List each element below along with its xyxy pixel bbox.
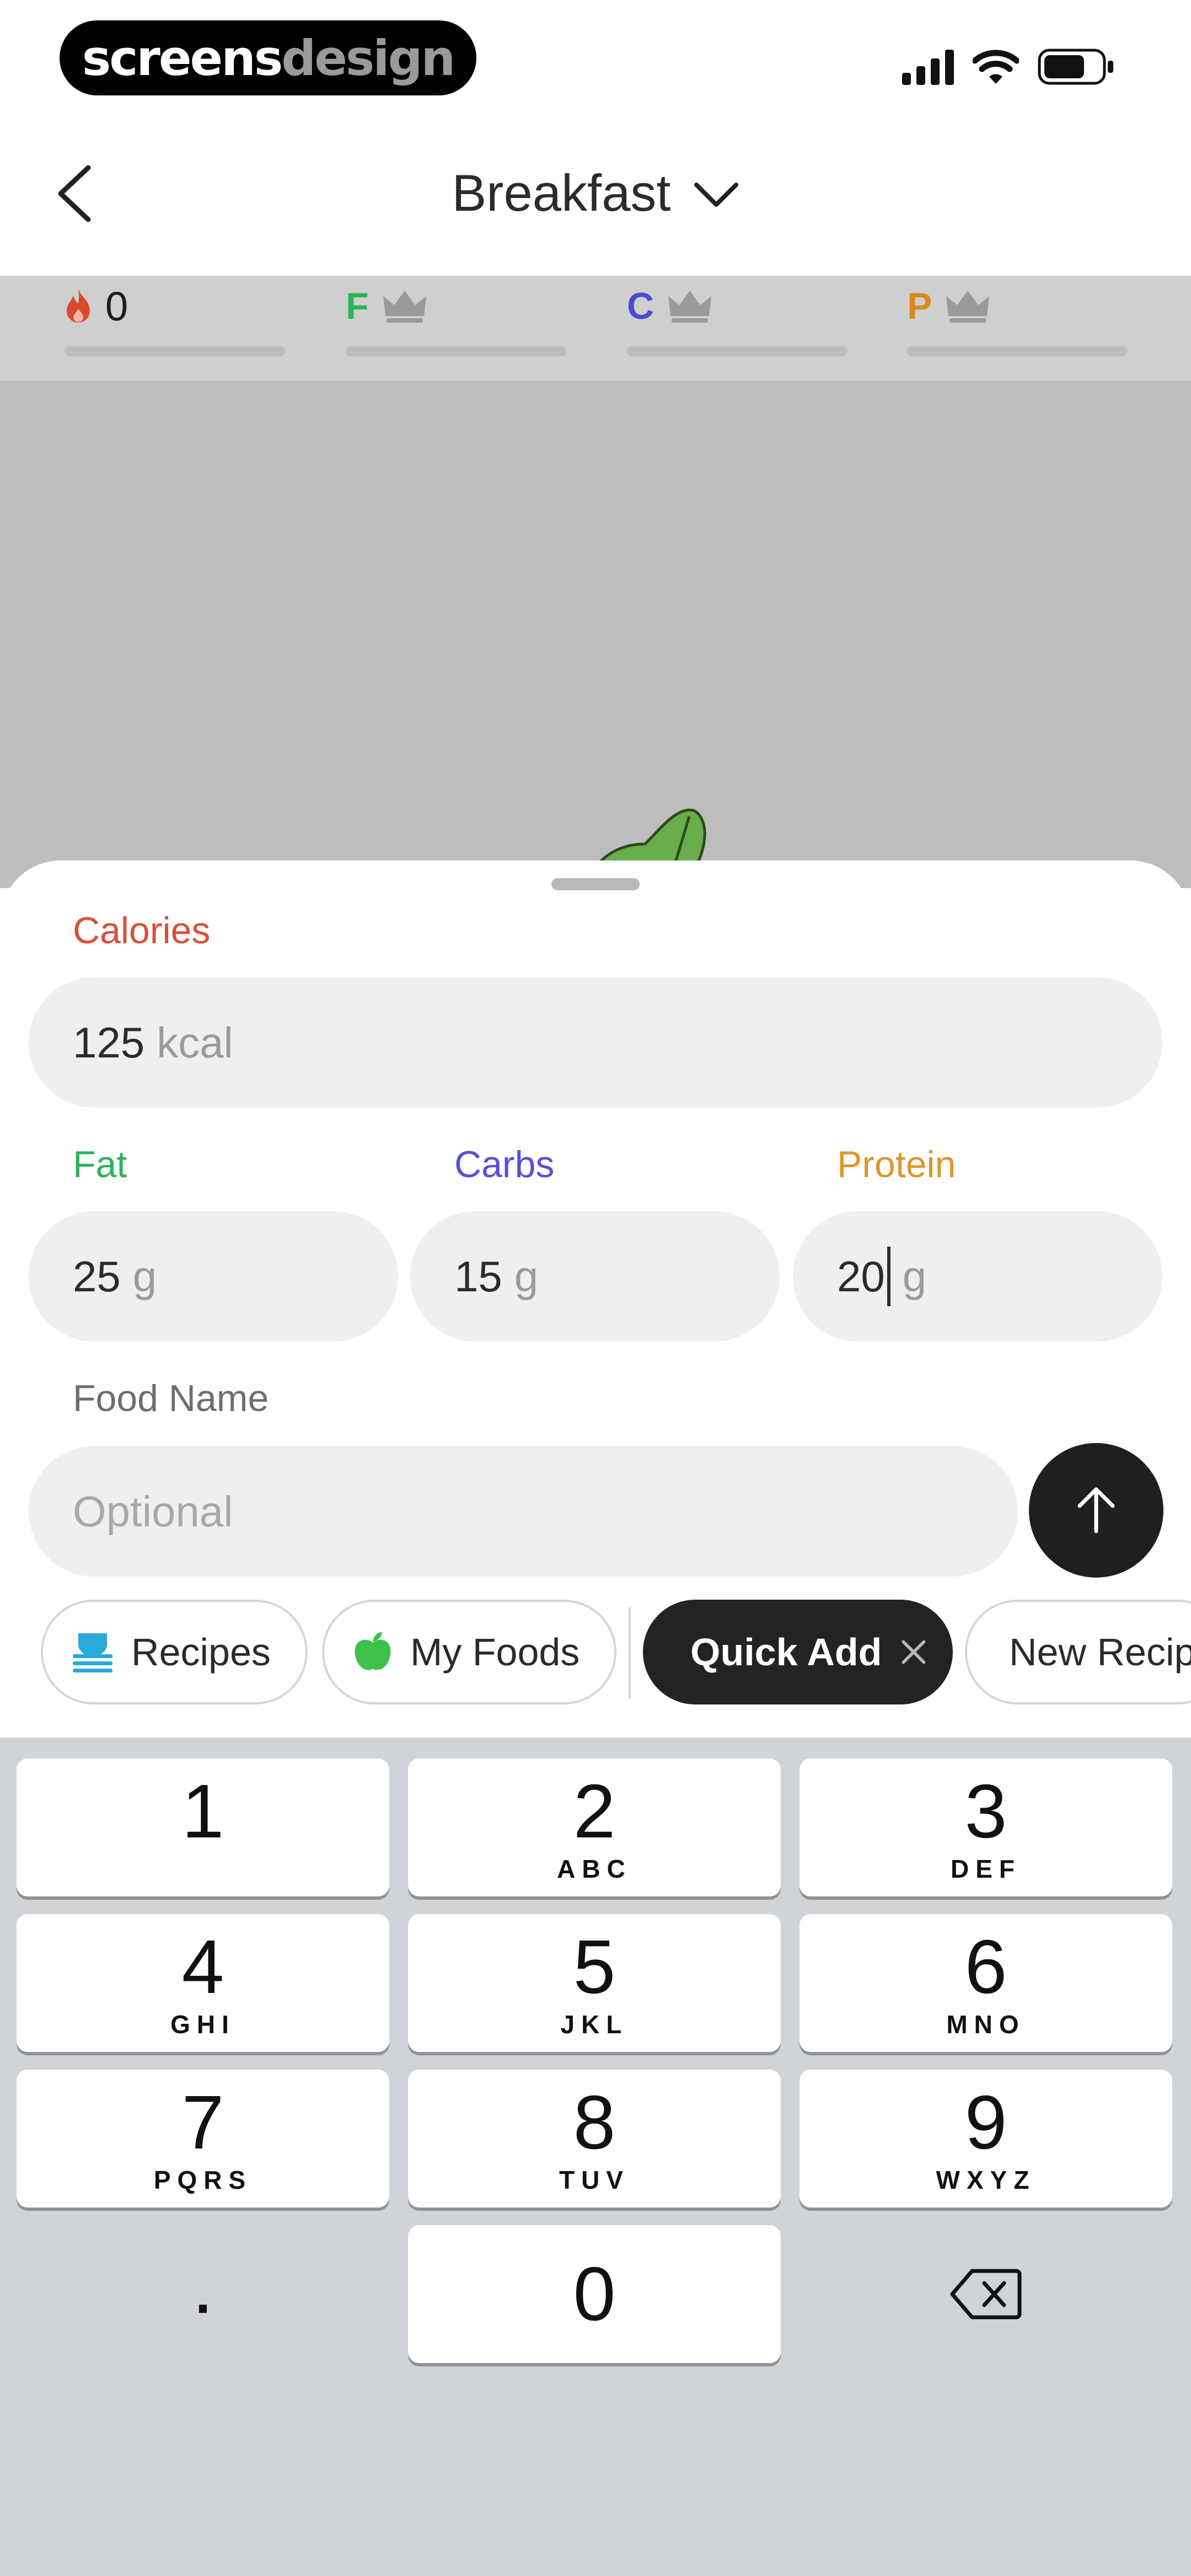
key-3[interactable]: 3 DEF [800,1759,1172,1896]
logo-part-2: design [281,29,455,87]
key-4[interactable]: 4 GHI [17,1914,389,2052]
key-5[interactable]: 5 JKL [408,1914,781,2052]
key-letters: DEF [951,1854,1021,1883]
key-1[interactable]: 1 [17,1759,389,1896]
carbs-label: Carbs [454,1143,555,1185]
close-icon[interactable] [898,1637,929,1668]
key-letters: TUV [559,2166,630,2194]
carbs-value: 15 [454,1252,502,1301]
key-6[interactable]: 6 MNO [800,1914,1172,2052]
recipes-icon [73,1633,112,1672]
source-chips: Recipes My Foods Quick Add New Recip [0,1600,1191,1710]
macro-carbs: C [627,276,847,381]
chip-label: Quick Add [690,1631,882,1674]
key-letters: ABC [557,1854,632,1883]
key-digit: 5 [573,1925,616,2010]
calories-unit: kcal [157,1018,233,1067]
crown-icon [946,291,990,323]
key-7[interactable]: 7 PQRS [17,2070,389,2208]
chip-label: My Foods [410,1631,580,1674]
macro-summary: 0 F C P [0,276,1191,381]
logo-part-1: screens [82,29,283,87]
macro-protein: P [907,276,1128,381]
key-digit: 0 [573,2252,616,2337]
chip-recipes[interactable]: Recipes [41,1600,308,1704]
key-digit: 6 [964,1925,1007,2010]
key-digit: 2 [573,1769,616,1854]
nav-bar: Breakfast [0,110,1191,276]
fat-input[interactable]: 25 g [29,1211,398,1342]
calories-input[interactable]: 125 kcal [29,977,1162,1108]
fat-label: Fat [73,1143,127,1185]
protein-unit: g [902,1252,927,1301]
wifi-icon [973,50,1019,84]
key-delete[interactable] [800,2225,1172,2363]
key-letters: GHI [170,2010,235,2039]
carbs-progress-bar [627,346,847,356]
protein-letter: P [907,285,932,327]
screensdesign-logo: screens design [60,20,476,95]
chip-new-recipe[interactable]: New Recip [965,1600,1191,1704]
key-8[interactable]: 8 TUV [408,2070,781,2208]
carbs-letter: C [627,285,654,327]
fat-value: 25 [73,1252,121,1301]
backspace-icon [950,2269,1022,2320]
carbs-input[interactable]: 15 g [410,1211,780,1342]
chip-label: New Recip [1009,1631,1191,1674]
protein-input[interactable]: 20 g [793,1211,1162,1342]
protein-progress-bar [907,346,1128,356]
key-digit: 1 [181,1769,224,1854]
crown-icon [383,291,426,323]
chip-divider [629,1607,631,1699]
crown-icon [668,291,712,323]
food-name-placeholder: Optional [73,1487,233,1536]
key-decimal[interactable]: . [17,2225,389,2363]
key-0[interactable]: 0 [408,2225,781,2363]
chip-label: Recipes [131,1631,271,1674]
key-letters: WXYZ [936,2166,1036,2194]
apple-icon [355,1632,391,1670]
arrow-up-icon [1077,1487,1115,1533]
food-name-label: Food Name [73,1377,269,1419]
key-digit: 8 [573,2080,616,2165]
key-2[interactable]: 2 ABC [408,1759,781,1896]
key-digit: 4 [181,1925,224,2010]
macro-calories: 0 [65,276,285,381]
protein-value: 20 [837,1252,885,1301]
signal-icon [902,50,954,85]
key-digit: 3 [964,1769,1007,1854]
key-digit: 9 [964,2080,1007,2165]
meal-selector[interactable]: Breakfast [0,110,1191,276]
chip-quick-add[interactable]: Quick Add [643,1600,953,1704]
key-9[interactable]: 9 WXYZ [800,2070,1172,2208]
food-name-input[interactable]: Optional [29,1446,1018,1576]
numeric-keypad: 1 2 ABC 3 DEF 4 GHI 5 JKL 6 MNO 7 PQRS 8 TUV 9W… [0,1738,1191,2576]
sheet-grabber[interactable] [551,878,640,890]
fat-unit: g [132,1252,157,1301]
carbs-unit: g [514,1252,539,1301]
text-cursor [887,1247,890,1306]
battery-icon [1038,49,1113,85]
chip-my-foods[interactable]: My Foods [322,1600,616,1704]
chevron-down-icon [694,183,738,207]
key-letters: PQRS [153,2166,253,2194]
key-letters: MNO [946,2010,1026,2039]
calories-value: 125 [73,1018,145,1067]
macro-fat: F [346,276,566,381]
submit-button[interactable] [1029,1443,1163,1578]
protein-label: Protein [837,1143,956,1185]
fat-letter: F [346,285,369,327]
status-bar: screens design [0,0,1191,110]
flame-icon [67,289,90,323]
page-title: Breakfast [452,164,671,222]
fat-progress-bar [346,346,566,356]
key-digit: 7 [181,2080,224,2165]
dimmed-background[interactable] [0,381,1191,888]
quick-add-sheet: Calories 125 kcal Fat Carbs Protein 25 g… [0,861,1191,1738]
key-letters: JKL [560,2010,629,2039]
calories-progress-bar [65,346,285,356]
calories-label: Calories [73,910,211,952]
calories-consumed: 0 [105,283,128,329]
